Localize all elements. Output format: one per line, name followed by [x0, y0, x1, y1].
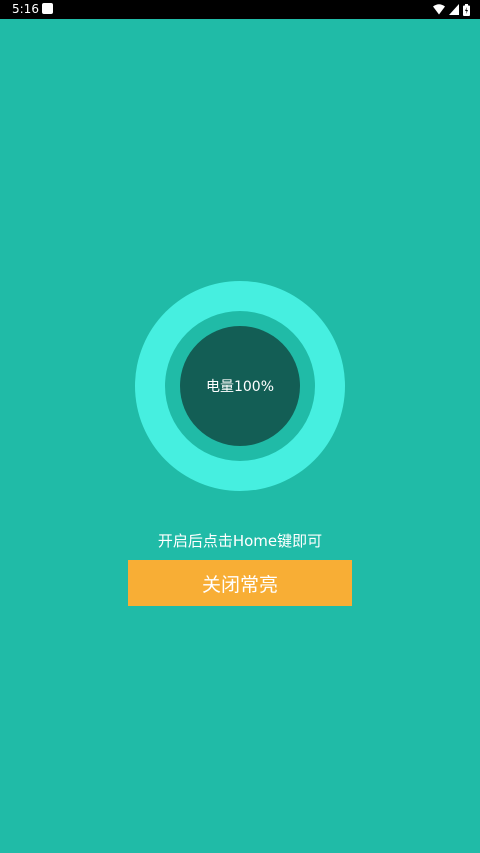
battery-icon [463, 3, 470, 16]
hint-text: 开启后点击Home键即可 [157, 532, 323, 550]
status-time: 5:16 [12, 2, 39, 16]
status-icons [433, 3, 470, 16]
cell-signal-icon [449, 4, 459, 15]
app-notification-icon [42, 3, 53, 14]
status-bar: 5:16 [0, 0, 480, 19]
battery-level-label: 电量100% [205, 379, 275, 395]
wifi-icon [433, 4, 445, 15]
turn-off-keep-awake-button[interactable]: 关闭常亮 [128, 560, 352, 606]
battery-level-circle: 电量100% [180, 326, 300, 446]
